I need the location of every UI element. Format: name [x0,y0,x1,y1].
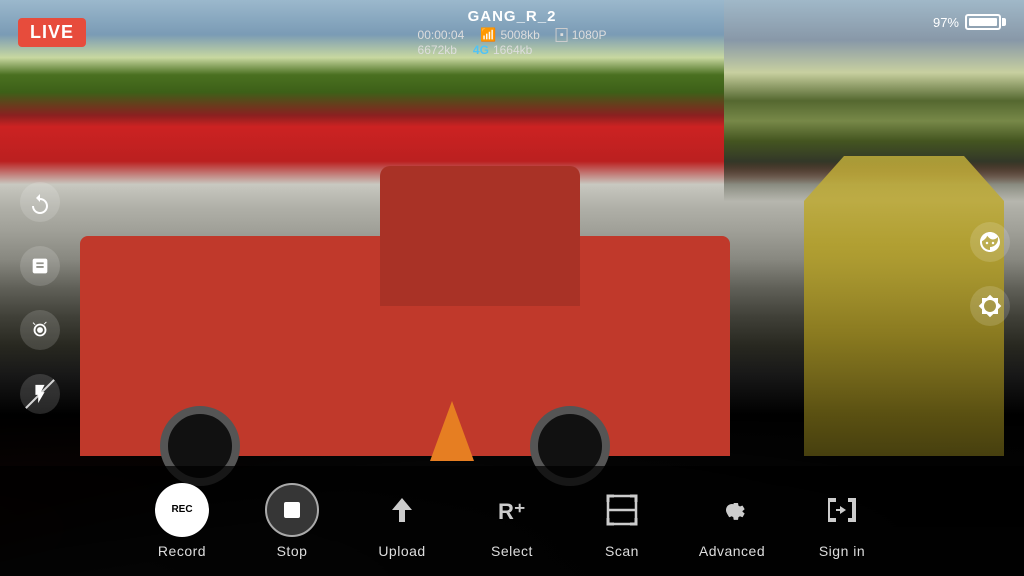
scan-icon [604,492,640,528]
advanced-icon [714,492,750,528]
scan-label: Scan [605,543,639,559]
rec-label: REC [171,505,192,515]
scan-button[interactable]: Scan [567,466,677,576]
select-button[interactable]: R⁺ Select [457,466,567,576]
svg-text:R⁺: R⁺ [498,499,526,524]
bottom-toolbar: REC Record Stop Upload R⁺ Select [0,466,1024,576]
select-icon: R⁺ [494,492,530,528]
record-button[interactable]: REC Record [127,466,237,576]
advanced-button[interactable]: Advanced [677,466,787,576]
stop-label: Stop [277,543,308,559]
advanced-label: Advanced [699,543,765,559]
signin-icon [824,492,860,528]
stop-button[interactable]: Stop [237,466,347,576]
upload-icon [384,492,420,528]
select-label: Select [491,543,533,559]
firefighter-figure [804,156,1004,456]
upload-button[interactable]: Upload [347,466,457,576]
record-label: Record [158,543,206,559]
upload-label: Upload [378,543,425,559]
signin-label: Sign in [819,543,865,559]
signin-button[interactable]: Sign in [787,466,897,576]
traffic-cone [430,401,474,461]
stop-icon [278,496,306,524]
